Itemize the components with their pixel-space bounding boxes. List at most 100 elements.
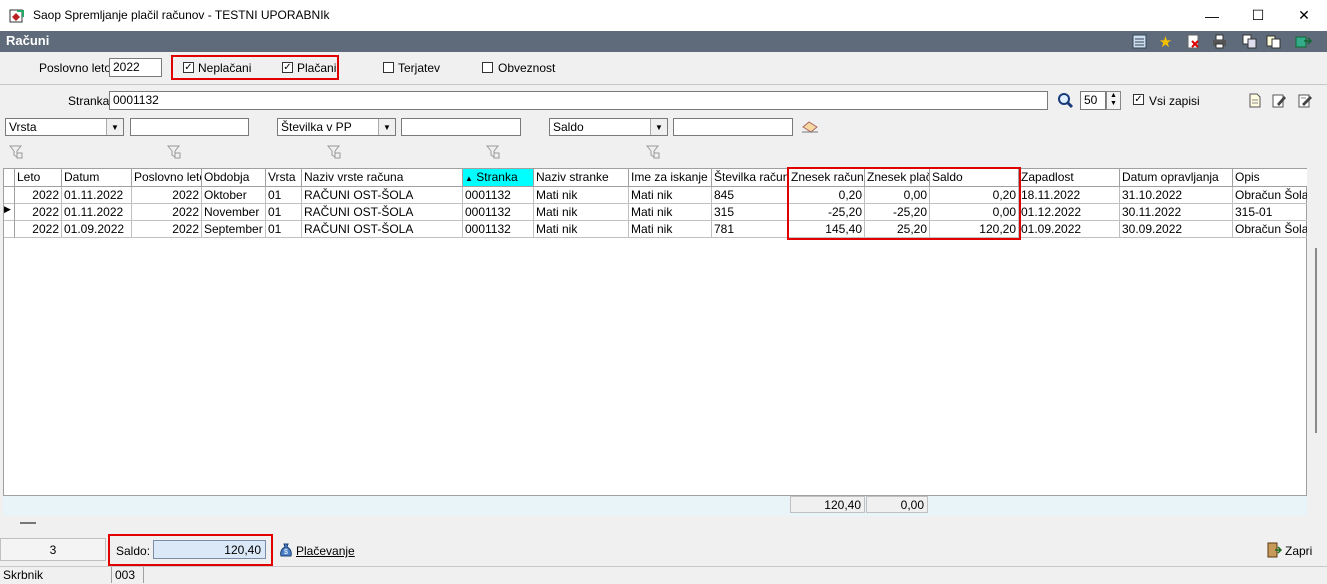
filter-funnel-icon[interactable] [8,145,23,159]
filter-funnel-icon[interactable] [326,145,341,159]
filter-funnel-icon[interactable] [645,145,660,159]
stranka-input[interactable]: 0001132 [109,91,1048,110]
table-cell[interactable]: 2022 [15,204,62,221]
filter-text-1[interactable] [130,118,249,136]
table-cell[interactable]: 01 [266,221,302,238]
table-cell[interactable]: RAČUNI OST-ŠOLA [302,221,463,238]
column-header-poslovno-leto[interactable]: Poslovno leto [132,169,202,187]
table-cell[interactable]: Mati nik [534,204,629,221]
column-header-vrsta[interactable]: Vrsta [266,169,302,187]
filter-funnel-icon[interactable] [166,145,181,159]
table-cell[interactable]: 01 [266,187,302,204]
limit-input[interactable]: 50 [1080,91,1106,110]
poslovno-leto-input[interactable]: 2022 [109,58,162,77]
table-cell[interactable]: 01.12.2022 [1019,204,1120,221]
invoices-grid[interactable]: Leto Datum Poslovno leto Obdobja Vrsta N… [3,167,1308,496]
vertical-scrollbar[interactable] [1307,168,1324,496]
app-icon [9,8,25,24]
column-header-zapadlost[interactable]: Zapadlost [1019,169,1120,187]
table-cell[interactable]: 0001132 [463,204,534,221]
table-cell[interactable]: 01.09.2022 [62,221,132,238]
obveznost-checkbox[interactable] [482,62,493,73]
table-cell[interactable]: Oktober [202,187,266,204]
copy-icon[interactable] [1241,33,1258,50]
table-cell[interactable]: 01.09.2022 [1019,221,1120,238]
table-cell[interactable]: Mati nik [629,204,712,221]
paste-icon[interactable] [1265,33,1282,50]
column-header-opis[interactable]: Opis [1233,169,1308,187]
table-cell[interactable]: RAČUNI OST-ŠOLA [302,187,463,204]
placevanje-button[interactable]: Plačevanje [296,544,355,558]
minimize-button[interactable]: — [1189,0,1235,31]
row-indicator[interactable] [4,187,15,204]
filter-combo-2[interactable]: Številka v PP ▼ [277,118,396,136]
filter-combo-1[interactable]: Vrsta ▼ [5,118,124,136]
table-cell[interactable]: 30.09.2022 [1120,221,1233,238]
close-door-icon[interactable] [1266,542,1283,558]
scrollbar-thumb[interactable] [1315,248,1317,433]
close-button[interactable]: ✕ [1281,0,1327,31]
table-cell[interactable]: 0001132 [463,221,534,238]
table-cell[interactable]: September [202,221,266,238]
table-cell[interactable]: Mati nik [629,221,712,238]
maximize-button[interactable]: ☐ [1235,0,1281,31]
table-cell[interactable]: 781 [712,221,789,238]
terjatev-checkbox[interactable] [383,62,394,73]
table-cell[interactable]: 2022 [15,221,62,238]
filter-combo-3-value: Saldo [553,120,584,134]
eraser-icon[interactable] [801,121,819,133]
table-cell[interactable]: 01.11.2022 [62,187,132,204]
table-cell[interactable]: 2022 [132,221,202,238]
column-header-naziv-stranke[interactable]: Naziv stranke [534,169,629,187]
table-cell[interactable]: 315-01 [1233,204,1308,221]
row-indicator[interactable] [4,221,15,238]
edit-multi-icon[interactable] [1298,93,1312,108]
table-cell[interactable]: 315 [712,204,789,221]
table-cell[interactable]: Mati nik [629,187,712,204]
list-icon[interactable] [1131,33,1148,50]
table-cell[interactable]: 2022 [132,187,202,204]
table-cell[interactable]: Mati nik [534,187,629,204]
filter-text-2[interactable] [401,118,521,136]
column-header-naziv-vrste[interactable]: Naziv vrste računa [302,169,463,187]
splitter-handle[interactable] [20,522,36,524]
table-cell[interactable]: 31.10.2022 [1120,187,1233,204]
table-cell[interactable]: November [202,204,266,221]
print-icon[interactable] [1211,33,1228,50]
table-cell[interactable]: 01.11.2022 [62,204,132,221]
limit-spinner[interactable]: ▲ ▼ [1106,91,1121,110]
row-indicator[interactable]: ▶ [4,204,15,221]
export-icon[interactable] [1295,33,1312,50]
column-header-datum[interactable]: Datum [62,169,132,187]
table-cell[interactable]: 845 [712,187,789,204]
column-header-datum-opravljanja[interactable]: Datum opravljanja [1120,169,1233,187]
table-cell[interactable]: 0001132 [463,187,534,204]
star-icon[interactable]: ★ [1157,33,1174,51]
table-cell[interactable]: RAČUNI OST-ŠOLA [302,204,463,221]
filter-combo-3[interactable]: Saldo ▼ [549,118,668,136]
neplacani-checkbox[interactable]: ✓ [183,62,194,73]
table-cell[interactable]: 18.11.2022 [1019,187,1120,204]
money-bag-icon[interactable]: $ [279,542,293,558]
column-header-stevilka-racuna[interactable]: Številka računa [712,169,789,187]
table-cell[interactable]: 01 [266,204,302,221]
edit-icon[interactable] [1272,93,1286,108]
table-cell[interactable]: 2022 [132,204,202,221]
table-cell[interactable]: 30.11.2022 [1120,204,1233,221]
column-header-stranka[interactable]: ▲ Stranka [463,169,534,187]
table-cell[interactable]: Mati nik [534,221,629,238]
placani-checkbox[interactable]: ✓ [282,62,293,73]
zapri-button[interactable]: Zapri [1285,544,1312,558]
column-header-obdobja[interactable]: Obdobja [202,169,266,187]
delete-icon[interactable] [1185,33,1202,50]
column-header-ime-za-iskanje[interactable]: Ime za iskanje [629,169,712,187]
vsi-zapisi-checkbox[interactable]: ✓ [1133,94,1144,105]
new-document-icon[interactable] [1248,93,1262,108]
column-header-leto[interactable]: Leto [15,169,62,187]
filter-text-3[interactable] [673,118,793,136]
table-cell[interactable]: Obračun Šola_c [1233,187,1308,204]
search-icon[interactable] [1057,92,1074,109]
table-cell[interactable]: 2022 [15,187,62,204]
filter-funnel-icon[interactable] [485,145,500,159]
table-cell[interactable]: Obračun Šola_s [1233,221,1308,238]
